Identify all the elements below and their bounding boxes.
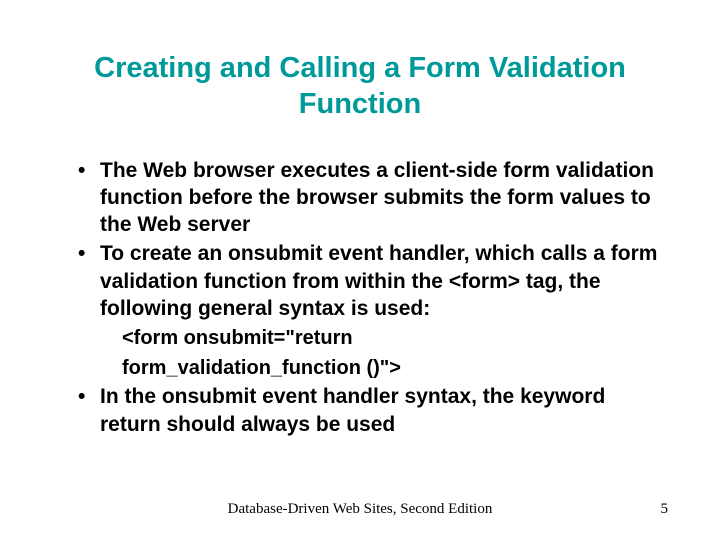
bullet-item: To create an onsubmit event handler, whi…	[78, 240, 660, 322]
code-line: form_validation_function ()">	[122, 356, 660, 382]
bullet-list: In the onsubmit event handler syntax, th…	[60, 383, 660, 438]
code-line: <form onsubmit="return	[122, 326, 660, 352]
slide: Creating and Calling a Form Validation F…	[0, 0, 720, 540]
bullet-list: The Web browser executes a client-side f…	[60, 157, 660, 323]
page-number: 5	[661, 501, 669, 518]
bullet-item: The Web browser executes a client-side f…	[78, 157, 660, 239]
bullet-item: In the onsubmit event handler syntax, th…	[78, 383, 660, 438]
slide-title: Creating and Calling a Form Validation F…	[60, 50, 660, 123]
footer-text: Database-Driven Web Sites, Second Editio…	[0, 501, 720, 518]
